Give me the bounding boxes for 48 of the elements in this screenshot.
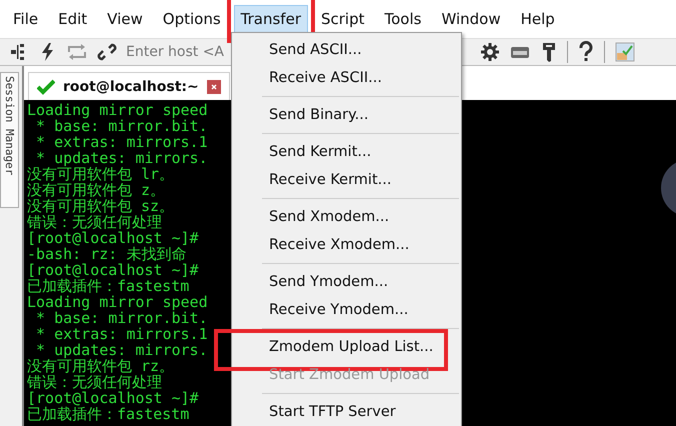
menu-item[interactable]: Script [314,5,372,33]
menu-entry[interactable]: Receive Ymodem... [232,302,408,318]
menu-item[interactable]: Tools [378,5,428,33]
terminal-line: 没有可用软件包 lr。 [27,166,174,182]
menu-item[interactable]: View [100,5,150,33]
session-tab[interactable]: root@localhost:~ [28,72,230,100]
terminal-line: 错误：无须任何处理 [27,374,162,390]
terminal-line: [root@localhost ~]# [27,262,199,278]
menu-entry[interactable]: Send Kermit... [232,144,372,160]
menu-entry[interactable]: Send Binary... [232,107,368,123]
terminal-line: 已加载插件：fastestm [27,278,190,294]
menu-entry[interactable]: Receive Kermit... [232,172,392,188]
menu-item[interactable]: Help [514,5,562,33]
terminal-line: * updates: mirrors. [35,150,208,166]
menu-entry[interactable]: Receive ASCII... [232,70,382,86]
terminal-line: * extras: mirrors.1 [35,134,208,150]
terminal-line: * extras: mirrors.1 [35,326,208,342]
menu-entry[interactable]: Start TFTP Server [232,404,396,420]
tab-label: root@localhost:~ [63,78,199,94]
terminal-line: Loading mirror speed [27,294,208,310]
link-icon[interactable] [97,42,117,62]
terminal-line: * updates: mirrors. [35,342,208,358]
terminal-line: 错误：无须任何处理 [27,214,162,230]
terminal-line: Loading mirror speed [27,102,208,118]
terminal-line: 已加载插件：fastestm [27,406,190,422]
gear-icon[interactable] [480,42,500,62]
help-icon[interactable] [577,41,595,63]
terminal-line: [root@localhost ~]# [27,230,199,246]
menu-entry[interactable]: Receive Xmodem... [232,237,410,253]
terminal-line: * base: mirror.bit. [36,310,208,326]
terminal-line: 没有可用软件包 z。 [27,182,166,198]
terminal-line: 没有可用软件包 rz。 [27,358,174,374]
terminal-line: [root@localhost ~]# [27,390,199,406]
menu-item[interactable]: Transfer [234,5,308,33]
menu-entry[interactable]: Zmodem Upload List... [232,339,434,355]
menu-item[interactable]: Window [434,5,508,33]
menu-item[interactable]: Options [156,5,228,33]
key-icon[interactable] [540,41,558,63]
session-manager-tab[interactable]: Session Manager [0,72,19,208]
menu-entry[interactable]: Send Xmodem... [232,209,390,225]
terminal-line: 没有可用软件包 sz。 [27,198,174,214]
terminal-line: * base: mirror.bit. [36,118,208,134]
menu-entry[interactable]: Send Ymodem... [232,274,388,290]
menu-item[interactable]: Edit [51,5,94,33]
picture-icon[interactable] [614,41,636,63]
terminal-line: -bash: rz: 未找到命 [27,246,186,262]
close-icon[interactable] [206,80,221,94]
menu-item[interactable]: File [6,5,46,33]
